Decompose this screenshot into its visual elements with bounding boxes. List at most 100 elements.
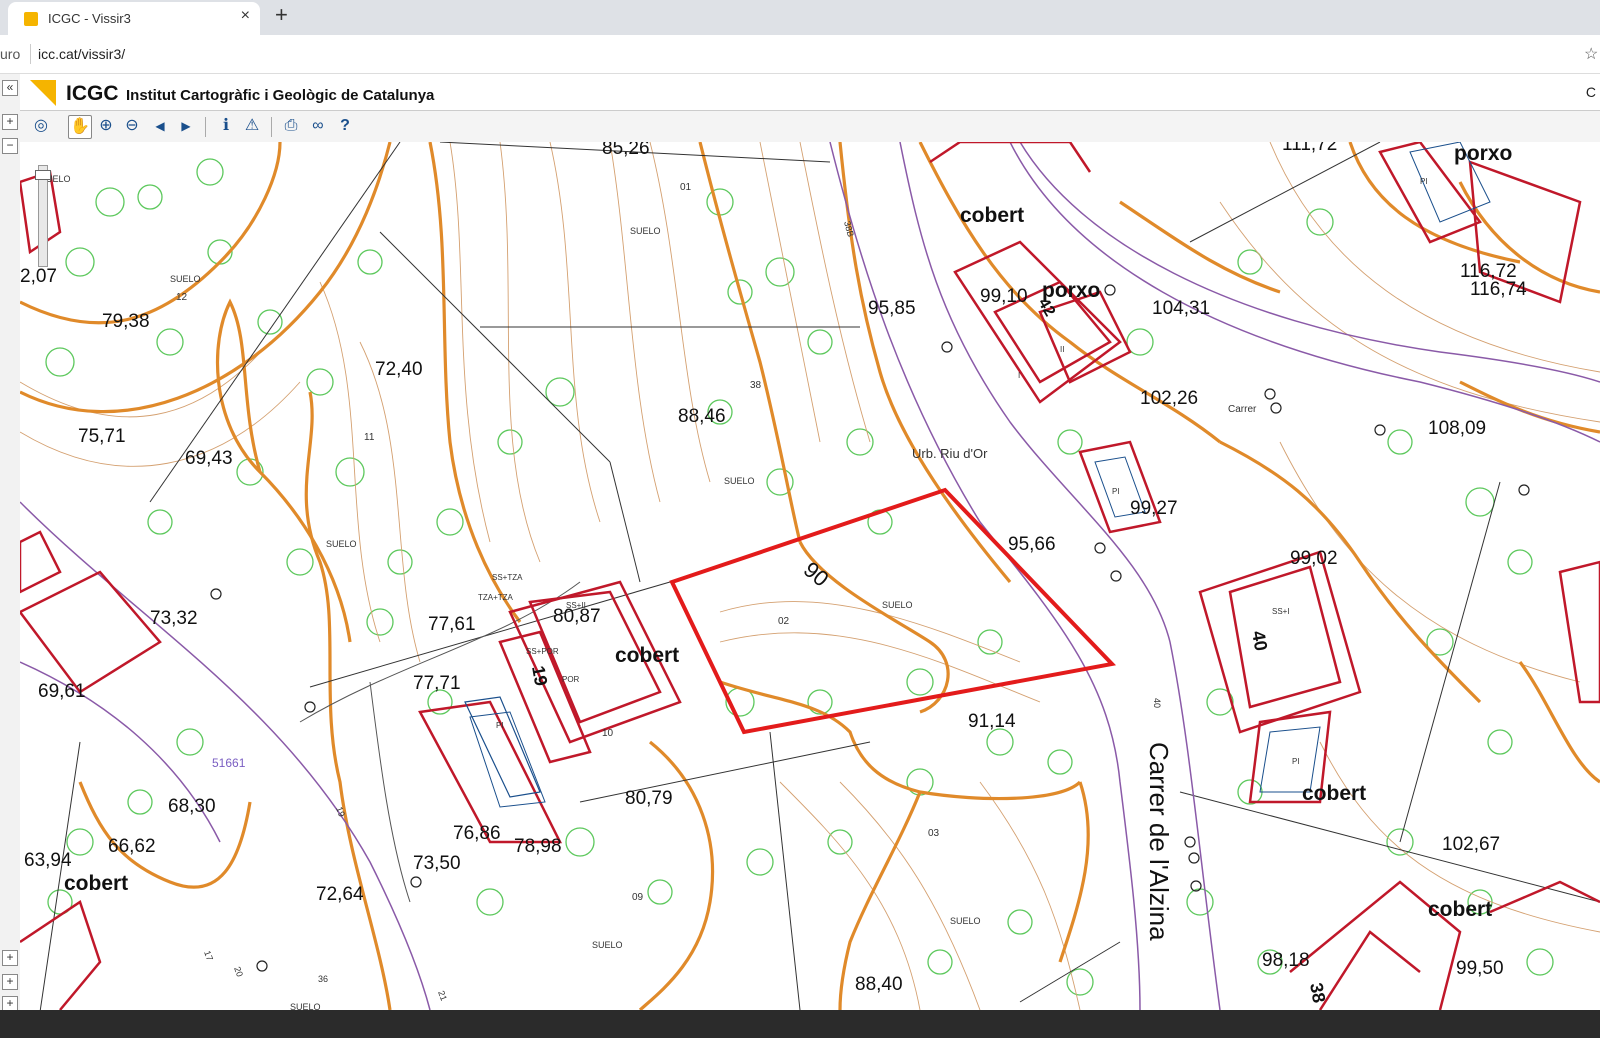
svg-text:SUELO: SUELO	[326, 539, 357, 549]
elevation-label: 77,71	[413, 673, 461, 694]
svg-text:POR: POR	[562, 675, 580, 684]
expand-layer-button-b[interactable]: +	[2, 974, 18, 990]
elevation-label: 75,71	[78, 426, 126, 447]
street-label: Carrer de l'Alzina	[1144, 742, 1174, 941]
svg-text:TZA+TZA: TZA+TZA	[478, 593, 514, 602]
elevation-label: 66,62	[108, 836, 156, 857]
new-tab-button[interactable]: +	[275, 2, 288, 28]
toolbar-separator	[205, 117, 206, 137]
left-panel-strip: « + − + + +	[0, 74, 21, 1038]
elevation-label: 102,67	[1442, 834, 1500, 855]
toolbar-separator	[271, 117, 272, 137]
svg-text:Urb. Riu d'Or: Urb. Riu d'Or	[912, 446, 988, 461]
small-labels: SUELO SUELO SUELO SUELO SUELO SUELO SUEL…	[40, 174, 1428, 1010]
svg-text:SS+POR: SS+POR	[526, 647, 559, 656]
zoom-slider[interactable]	[35, 165, 51, 267]
elevation-label: 91,14	[968, 711, 1016, 732]
elevation-label: 79,38	[102, 311, 150, 332]
svg-text:38: 38	[1306, 981, 1329, 1004]
elevation-label: 108,09	[1428, 418, 1486, 439]
back-arrow-icon[interactable]: ◀	[149, 115, 171, 137]
svg-text:I: I	[1018, 371, 1020, 380]
zoom-out-icon[interactable]: ⊖	[121, 115, 143, 137]
highlighted-plot[interactable]	[669, 487, 1117, 735]
elevation-label: 72,64	[316, 884, 364, 905]
svg-text:19: 19	[528, 664, 551, 687]
cobert-label: cobert	[64, 872, 128, 895]
svg-text:SUELO: SUELO	[290, 1002, 321, 1010]
address-bar[interactable]: uro icc.cat/vissir3/ ☆	[0, 35, 1600, 74]
elevation-label: 102,26	[1140, 388, 1198, 409]
close-tab-icon[interactable]: ×	[241, 7, 250, 25]
cobert-label: cobert	[615, 644, 679, 667]
svg-text:02: 02	[778, 616, 790, 627]
browser-tab[interactable]: ICGC - Vissir3 ×	[8, 2, 260, 35]
elevation-label: 88,46	[678, 406, 726, 427]
svg-text:SUELO: SUELO	[724, 476, 755, 486]
zoom-slider-handle[interactable]	[35, 170, 51, 180]
svg-text:01: 01	[680, 182, 692, 193]
svg-text:21: 21	[436, 989, 449, 1002]
boundary-markers	[210, 284, 1530, 972]
elevation-label: 85,26	[602, 142, 650, 159]
link-icon[interactable]: ∞	[307, 115, 329, 137]
tab-title: ICGC - Vissir3	[48, 11, 131, 26]
forward-arrow-icon[interactable]: ▶	[175, 115, 197, 137]
porxo-label: porxo	[1454, 142, 1512, 165]
cobert-label: cobert	[1302, 782, 1366, 805]
globe-search-icon[interactable]: ◎	[30, 115, 52, 137]
svg-text:SUELO: SUELO	[170, 274, 201, 284]
info-icon[interactable]: ℹ	[215, 115, 237, 137]
elevation-label: 69,61	[38, 681, 86, 702]
elevation-label: 77,61	[428, 614, 476, 635]
elevation-label: 95,66	[1008, 534, 1056, 555]
pan-hand-icon[interactable]: ✋	[68, 115, 92, 139]
map-labels: 85,26 79,38 72,40 75,71 69,43 2,07 88,46…	[20, 142, 1527, 995]
elevation-label: 80,79	[625, 788, 673, 809]
elevation-label: 99,10	[980, 286, 1028, 307]
svg-text:40: 40	[1152, 698, 1162, 708]
elevation-label: 72,40	[375, 359, 423, 380]
cobert-labels: cobert cobert cobert cobert cobert porxo…	[64, 142, 1512, 921]
cobert-label: cobert	[1428, 898, 1492, 921]
elevation-label: 95,85	[868, 298, 916, 319]
help-icon[interactable]: ?	[334, 115, 356, 137]
elevation-label: 116,74	[1470, 279, 1527, 300]
elevation-label: 76,86	[453, 823, 501, 844]
cadastral-map[interactable]: 85,26 79,38 72,40 75,71 69,43 2,07 88,46…	[20, 142, 1600, 1010]
warning-icon[interactable]: ⚠	[241, 115, 263, 137]
svg-text:17: 17	[202, 949, 215, 962]
elevation-label: 99,50	[1456, 958, 1504, 979]
svg-text:SS+II: SS+II	[566, 601, 586, 610]
expand-top-button[interactable]: +	[2, 114, 18, 130]
svg-text:40: 40	[1248, 629, 1271, 652]
icgc-favicon-icon	[24, 12, 38, 26]
elevation-label: 2,07	[20, 266, 57, 287]
svg-text:51661: 51661	[212, 756, 246, 770]
elevation-label: 63,94	[24, 850, 72, 871]
collapse-panel-button[interactable]: «	[2, 80, 18, 96]
elevation-label: 69,43	[185, 448, 233, 469]
svg-text:12: 12	[176, 292, 188, 303]
svg-text:38B: 38B	[842, 220, 856, 238]
url-text[interactable]: icc.cat/vissir3/	[38, 46, 125, 62]
svg-text:PI: PI	[1112, 487, 1120, 496]
header-right-link[interactable]: C	[1586, 84, 1596, 100]
expand-layer-button-a[interactable]: +	[2, 950, 18, 966]
browser-tab-bar: ICGC - Vissir3 × +	[0, 0, 1600, 35]
brand-short-name: ICGC	[66, 82, 119, 105]
map-viewport[interactable]: 85,26 79,38 72,40 75,71 69,43 2,07 88,46…	[20, 142, 1600, 1010]
bookmark-star-icon[interactable]: ☆	[1584, 44, 1598, 64]
address-prefix: uro	[0, 46, 21, 62]
print-icon[interactable]: ⎙	[280, 115, 302, 137]
svg-text:PI: PI	[1292, 757, 1300, 766]
elevation-label: 99,02	[1290, 548, 1338, 569]
zoom-in-icon[interactable]: ⊕	[95, 115, 117, 137]
app-header: ICGC Institut Cartogràfic i Geològic de …	[20, 74, 1600, 110]
elevation-label: 88,40	[855, 974, 903, 995]
svg-text:SS+I: SS+I	[1272, 607, 1290, 616]
collapse-top-button[interactable]: −	[2, 138, 18, 154]
svg-text:20: 20	[232, 965, 245, 978]
map-toolbar: ◎ ✋ ⊕ ⊖ ◀ ▶ ℹ ⚠ ⎙ ∞ ?	[20, 110, 1600, 144]
svg-text:38: 38	[750, 380, 762, 391]
